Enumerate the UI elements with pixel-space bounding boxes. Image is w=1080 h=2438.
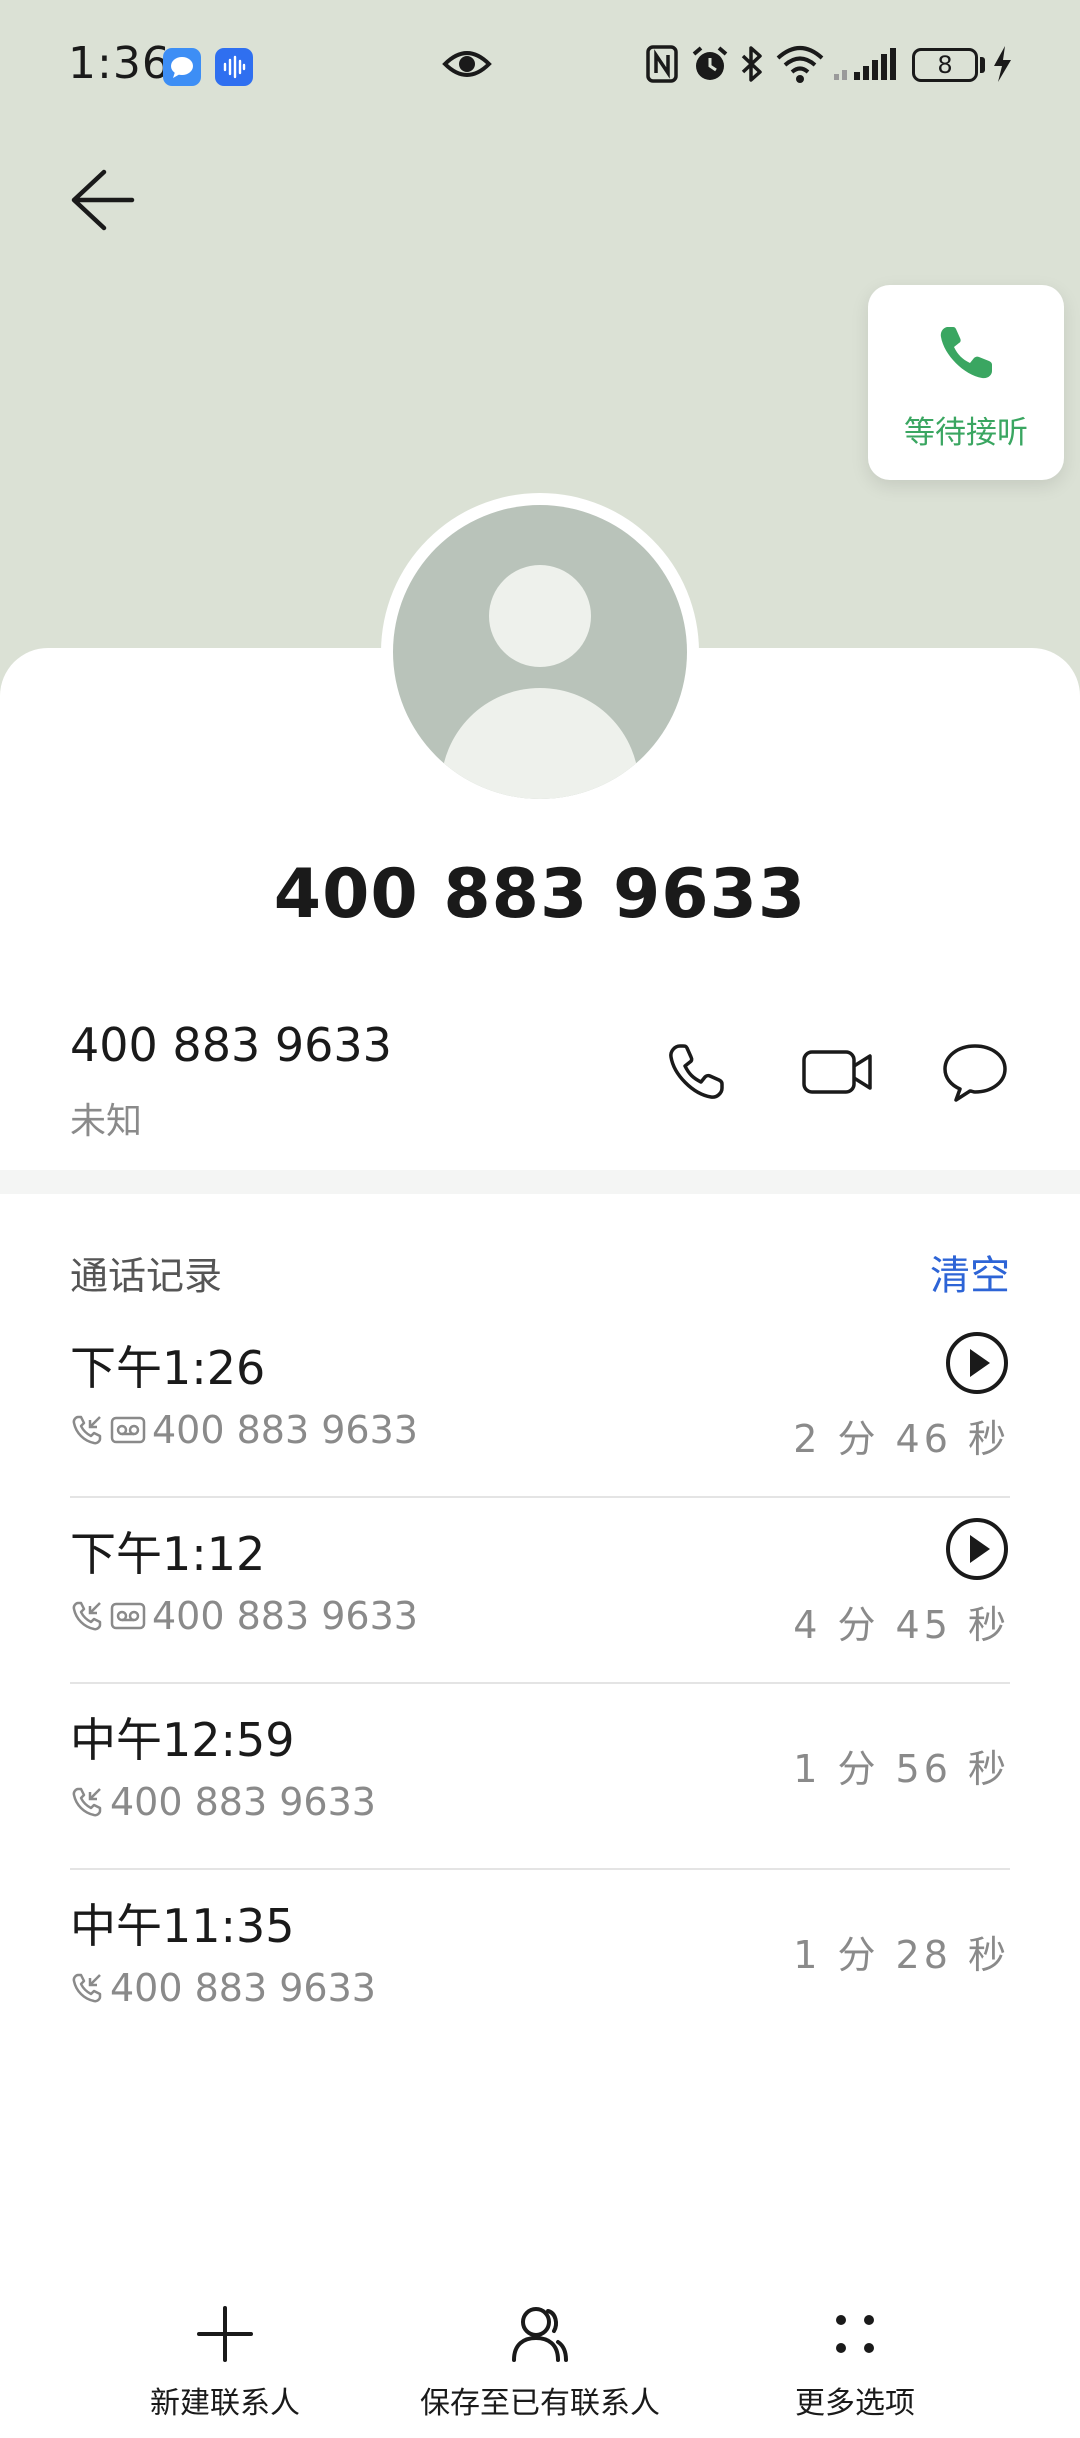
call-log-item[interactable]: 下午1:12 400 883 9633 4 分 45 秒 (70, 1496, 1010, 1684)
phone-number[interactable]: 400 883 9633 (70, 1018, 392, 1072)
plus-icon (197, 2306, 253, 2362)
chat-bubble-icon (943, 1044, 1007, 1102)
signal-icon (834, 48, 896, 80)
avatar-circle (393, 505, 687, 799)
incoming-call-icon (72, 1601, 102, 1631)
call-time: 中午12:59 (70, 1713, 295, 1767)
video-call-button[interactable] (800, 1040, 876, 1108)
bluetooth-icon (741, 46, 762, 82)
call-log-item[interactable]: 中午12:59 400 883 9633 1 分 56 秒 (70, 1682, 1010, 1870)
alarm-icon (692, 46, 728, 80)
bottom-action-bar: 新建联系人 保存至已有联系人 更多选项 (0, 2280, 1080, 2438)
call-log-item[interactable]: 中午11:35 400 883 9633 1 分 28 秒 (70, 1868, 1010, 2054)
back-button[interactable] (60, 160, 150, 240)
clear-call-log-button[interactable]: 清空 (930, 1243, 1010, 1301)
call-subline: 400 883 9633 (70, 1405, 418, 1455)
call-number: 400 883 9633 (110, 1780, 376, 1824)
incoming-call-icon (72, 1973, 102, 2003)
play-icon (946, 1332, 1008, 1394)
call-number: 400 883 9633 (152, 1408, 418, 1452)
call-subline: 400 883 9633 (70, 1963, 376, 2013)
phone-number-label: 未知 (70, 1101, 143, 1142)
voice-recorder-app-icon (215, 48, 253, 86)
call-subline: 400 883 9633 (70, 1777, 376, 1827)
call-number: 400 883 9633 (110, 1966, 376, 2010)
play-recording-button[interactable] (944, 1516, 1010, 1586)
nfc-icon (646, 45, 678, 83)
eye-icon (442, 51, 492, 77)
person-avatar-icon (381, 493, 699, 811)
call-subline: 400 883 9633 (70, 1591, 418, 1641)
more-dots-icon (836, 2315, 874, 2353)
charging-icon (994, 46, 1011, 82)
battery-tip (980, 57, 985, 73)
message-app-icon (163, 48, 201, 86)
person-icon (512, 2307, 568, 2362)
nav-label: 保存至已有联系人 (420, 2386, 660, 2421)
section-divider (0, 1170, 1080, 1194)
call-duration: 1 分 28 秒 (793, 1933, 1010, 1977)
battery-level: 8 (937, 51, 953, 79)
status-time: 1:36 (68, 38, 171, 89)
contact-title-number: 400 883 9633 (273, 855, 807, 934)
call-number: 400 883 9633 (152, 1594, 418, 1638)
call-log-title: 通话记录 (70, 1254, 223, 1298)
play-icon (946, 1518, 1008, 1580)
call-time: 下午1:12 (70, 1527, 266, 1581)
phone-icon (669, 1044, 724, 1099)
play-recording-button[interactable] (944, 1330, 1010, 1400)
message-button[interactable] (940, 1040, 1010, 1108)
incoming-call-icon (72, 1787, 102, 1817)
waiting-label: 等待接听 (904, 415, 1028, 451)
incoming-call-icon (72, 1415, 102, 1445)
arrow-left-icon (71, 169, 135, 231)
video-camera-icon (802, 1050, 872, 1094)
waiting-call-card[interactable]: 等待接听 (868, 285, 1064, 480)
call-time: 下午1:26 (70, 1341, 266, 1395)
phone-icon (940, 327, 992, 379)
call-duration: 2 分 46 秒 (793, 1417, 1010, 1461)
nav-label: 更多选项 (795, 2386, 915, 2421)
call-time: 中午11:35 (70, 1899, 295, 1953)
call-button[interactable] (664, 1040, 728, 1108)
save-to-existing-contact-button[interactable]: 保存至已有联系人 (360, 2280, 720, 2430)
voicemail-icon (110, 1602, 146, 1630)
avatar-head (489, 565, 591, 667)
more-options-button[interactable]: 更多选项 (675, 2280, 1035, 2430)
call-duration: 1 分 56 秒 (793, 1747, 1010, 1791)
new-contact-button[interactable]: 新建联系人 (45, 2280, 405, 2430)
avatar-body (441, 688, 639, 799)
call-log-item[interactable]: 下午1:26 400 883 9633 2 分 46 秒 (70, 1310, 1010, 1498)
voicemail-icon (110, 1416, 146, 1444)
status-bar: 1:36 8 (0, 0, 1080, 130)
call-duration: 4 分 45 秒 (793, 1603, 1010, 1647)
battery-icon: 8 (912, 48, 978, 82)
nav-label: 新建联系人 (150, 2386, 300, 2421)
contact-detail-screen: 1:36 8 等待接听 400 883 9633 400 883 9633 未知… (0, 0, 1080, 2438)
wifi-icon (776, 46, 824, 83)
